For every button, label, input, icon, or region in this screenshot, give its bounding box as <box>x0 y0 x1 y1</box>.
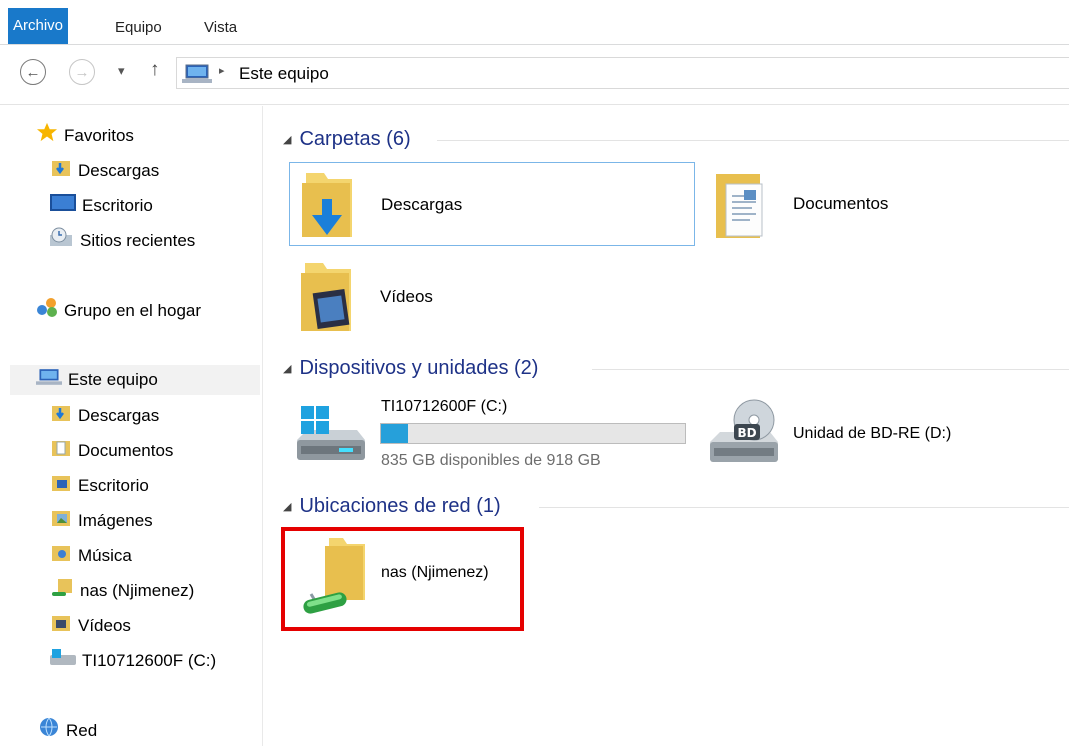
sidebar-item-favoritos[interactable]: Favoritos <box>36 121 134 151</box>
sidebar-item-pc-imagenes[interactable]: Imágenes <box>52 506 153 536</box>
pictures-folder-icon <box>52 507 72 537</box>
drive-tile-d[interactable]: BD Unidad de BD-RE (D:) <box>702 392 1068 478</box>
bluray-drive-icon: BD <box>704 398 784 475</box>
drive-label: Unidad de BD-RE (D:) <box>793 425 952 442</box>
desktop-folder-icon <box>52 472 72 502</box>
videos-folder-icon <box>297 259 357 340</box>
sidebar-item-sitios-recientes[interactable]: Sitios recientes <box>50 226 195 256</box>
drive-usage-fill <box>381 424 409 443</box>
documents-folder-icon <box>52 437 72 467</box>
tab-vista[interactable]: Vista <box>204 12 237 44</box>
navigation-bar: ← → ▾ ↑ ▸ Este equipo <box>0 55 1069 91</box>
arrow-right-icon: → <box>74 63 90 81</box>
folder-tile-videos[interactable]: Vídeos <box>289 255 695 339</box>
folder-tile-documentos[interactable]: Documentos <box>708 162 1068 246</box>
arrow-left-icon: ← <box>25 63 41 81</box>
back-button[interactable]: ← <box>20 59 46 85</box>
computer-icon <box>182 64 212 89</box>
chevron-down-icon: ▾ <box>118 63 125 78</box>
desktop-icon <box>50 192 76 222</box>
forward-button[interactable]: → <box>69 59 95 85</box>
folder-label: Vídeos <box>380 287 433 306</box>
tab-equipo[interactable]: Equipo <box>115 12 162 44</box>
star-icon <box>36 122 58 152</box>
collapse-triangle-icon: ◢ <box>283 500 292 513</box>
sidebar-item-pc-videos[interactable]: Vídeos <box>52 611 131 641</box>
sidebar-item-pc-drive-c[interactable]: TI10712600F (C:) <box>50 646 216 676</box>
sidebar-item-pc-nas[interactable]: nas (Njimenez) <box>52 576 194 606</box>
collapse-triangle-icon: ◢ <box>283 362 292 375</box>
sidebar-item-pc-descargas[interactable]: Descargas <box>52 401 159 431</box>
folder-tile-descargas[interactable]: Descargas <box>289 162 695 246</box>
ribbon: Archivo Equipo Vista <box>0 0 1069 45</box>
divider <box>0 104 1069 105</box>
folder-label: Descargas <box>381 195 463 214</box>
hard-drive-icon <box>293 406 369 473</box>
breadcrumb-separator-icon[interactable]: ▸ <box>219 64 225 77</box>
sidebar-item-descargas[interactable]: Descargas <box>52 156 159 186</box>
computer-icon <box>36 366 62 396</box>
drive-label: TI10712600F (C:) <box>381 398 508 415</box>
sidebar-item-red[interactable]: Red <box>38 716 97 746</box>
hard-drive-icon <box>50 647 76 677</box>
address-bar[interactable]: ▸ Este equipo <box>176 57 1069 89</box>
sidebar-item-grupo-hogar[interactable]: Grupo en el hogar <box>36 296 201 326</box>
downloads-folder-icon <box>52 157 72 187</box>
group-divider <box>437 140 1069 141</box>
homegroup-icon <box>36 297 58 327</box>
network-icon <box>38 717 60 747</box>
navigation-pane: Favoritos Descargas Escritorio Sitios re… <box>0 106 263 746</box>
tab-archivo[interactable]: Archivo <box>8 8 68 44</box>
drive-usage-bar <box>380 423 686 444</box>
network-folder-icon <box>52 577 74 607</box>
group-header-dispositivos[interactable]: ◢ Dispositivos y unidades (2) <box>283 353 538 383</box>
group-header-carpetas[interactable]: ◢ Carpetas (6) <box>283 124 411 154</box>
sidebar-item-este-equipo[interactable]: Este equipo <box>10 365 260 395</box>
folder-label: Documentos <box>793 194 889 213</box>
downloads-folder-icon <box>298 169 358 246</box>
breadcrumb-este-equipo[interactable]: Este equipo <box>239 64 329 84</box>
downloads-folder-icon <box>52 402 72 432</box>
group-divider <box>539 507 1069 508</box>
sidebar-item-pc-documentos[interactable]: Documentos <box>52 436 173 466</box>
collapse-triangle-icon: ◢ <box>283 133 292 146</box>
recent-locations-button[interactable]: ▾ <box>118 63 125 79</box>
music-folder-icon <box>52 542 72 572</box>
videos-folder-icon <box>52 612 72 642</box>
sidebar-item-escritorio[interactable]: Escritorio <box>50 191 153 221</box>
bd-badge: BD <box>737 426 756 440</box>
up-button[interactable]: ↑ <box>150 59 160 81</box>
group-header-ubicaciones-red[interactable]: ◢ Ubicaciones de red (1) <box>283 491 501 521</box>
drive-free-space: 835 GB disponibles de 918 GB <box>381 452 601 469</box>
recent-places-icon <box>50 227 74 257</box>
highlight-box <box>281 527 524 631</box>
sidebar-item-pc-escritorio[interactable]: Escritorio <box>52 471 149 501</box>
arrow-up-icon: ↑ <box>150 59 160 80</box>
sidebar-item-pc-musica[interactable]: Música <box>52 541 132 571</box>
documents-folder-icon <box>710 168 770 247</box>
group-divider <box>592 369 1069 370</box>
